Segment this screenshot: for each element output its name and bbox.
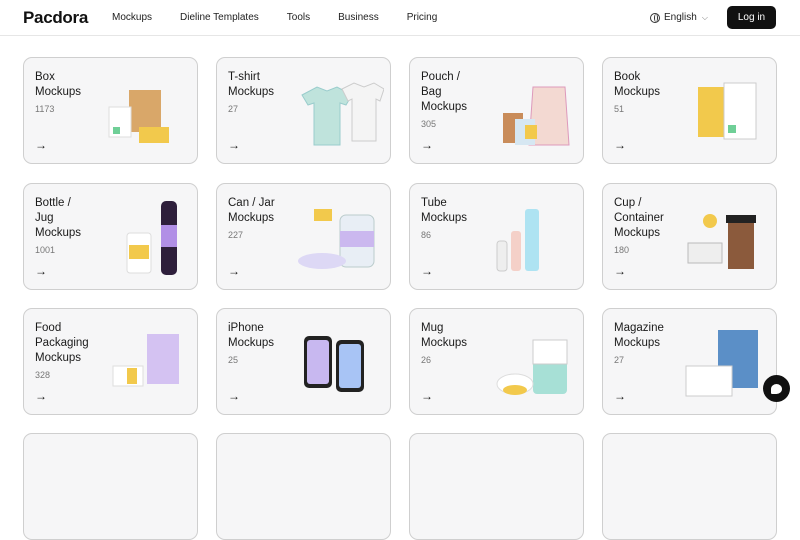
category-title: Tube Mockups (421, 197, 468, 224)
arrow-right-icon[interactable]: → (228, 138, 240, 152)
category-card[interactable]: Book Mockups 51 → (602, 57, 777, 164)
category-card[interactable]: iPhone Mockups 25 → (216, 308, 391, 415)
category-count: 328 (35, 370, 51, 380)
category-card[interactable]: Tube Mockups 86 → (409, 183, 584, 290)
arrow-right-icon[interactable]: → (421, 389, 433, 403)
category-product-image (678, 326, 770, 406)
category-product-image (292, 326, 384, 406)
category-card[interactable]: Magazine Mockups 27 → (602, 308, 777, 415)
nav-pricing[interactable]: Pricing (407, 12, 438, 23)
chat-support-button[interactable] (763, 375, 790, 402)
category-title: Bottle / Jug Mockups (35, 197, 82, 239)
nav-business[interactable]: Business (338, 12, 379, 23)
arrow-right-icon[interactable]: → (421, 138, 433, 152)
login-button[interactable]: Log in (727, 6, 776, 29)
category-title: Book Mockups (614, 71, 661, 98)
category-title: Cup / Container Mockups (614, 197, 664, 239)
category-count: 180 (614, 245, 630, 255)
nav-dieline-templates[interactable]: Dieline Templates (180, 12, 259, 23)
pacdora-logo[interactable]: Pacdora (23, 8, 88, 28)
arrow-right-icon[interactable]: → (35, 264, 47, 278)
category-product-image (485, 201, 577, 281)
category-count: 25 (228, 355, 239, 365)
category-product-image (292, 75, 385, 155)
arrow-right-icon[interactable]: → (228, 264, 240, 278)
category-product-image (99, 75, 191, 155)
category-card[interactable]: Cup / Container Mockups 180 → (602, 183, 777, 290)
category-card-partial[interactable] (23, 433, 198, 540)
arrow-right-icon[interactable]: → (421, 264, 433, 278)
category-title: Box Mockups (35, 71, 82, 98)
top-navigation-bar: Pacdora Mockups Dieline Templates Tools … (0, 0, 800, 36)
category-product-image (485, 75, 577, 155)
category-title: Magazine Mockups (614, 322, 664, 349)
arrow-right-icon[interactable]: → (35, 389, 47, 403)
category-card[interactable]: Food Packaging Mockups 328 → (23, 308, 198, 415)
main-nav: Mockups Dieline Templates Tools Business… (112, 12, 465, 23)
category-card[interactable]: T-shirt Mockups 27 → (216, 57, 391, 164)
category-count: 86 (421, 230, 432, 240)
category-title: Can / Jar Mockups (228, 197, 275, 224)
category-card[interactable]: Box Mockups 1173 → (23, 57, 198, 164)
category-count: 51 (614, 104, 625, 114)
category-product-image (99, 201, 191, 281)
category-title: Pouch / Bag Mockups (421, 71, 468, 113)
globe-icon (650, 12, 660, 23)
arrow-right-icon[interactable]: → (35, 138, 47, 152)
arrow-right-icon[interactable]: → (614, 138, 626, 152)
chat-icon (771, 383, 782, 394)
nav-tools[interactable]: Tools (287, 12, 310, 23)
category-card[interactable]: Bottle / Jug Mockups 1001 → (23, 183, 198, 290)
category-card[interactable]: Pouch / Bag Mockups 305 → (409, 57, 584, 164)
arrow-right-icon[interactable]: → (614, 264, 626, 278)
language-label: English (664, 12, 697, 23)
category-count: 305 (421, 119, 437, 129)
category-product-image (678, 75, 770, 155)
chevron-down-icon: ⌵ (701, 12, 708, 22)
category-title: iPhone Mockups (228, 322, 275, 349)
category-title: Food Packaging Mockups (35, 322, 89, 364)
category-count: 1001 (35, 245, 56, 255)
category-product-image (678, 201, 770, 281)
category-count: 1173 (35, 104, 55, 114)
category-count: 27 (228, 104, 239, 114)
category-card[interactable]: Can / Jar Mockups 227 → (216, 183, 391, 290)
category-title: Mug Mockups (421, 322, 468, 349)
category-count: 227 (228, 230, 244, 240)
category-card-partial[interactable] (216, 433, 391, 540)
category-count: 27 (614, 355, 625, 365)
category-product-image (485, 326, 577, 406)
category-card-partial[interactable] (602, 433, 777, 540)
arrow-right-icon[interactable]: → (614, 389, 626, 403)
category-title: T-shirt Mockups (228, 71, 275, 98)
category-card[interactable]: Mug Mockups 26 → (409, 308, 584, 415)
language-selector[interactable]: English ⌵ (650, 12, 708, 23)
category-count: 26 (421, 355, 432, 365)
category-product-image (99, 326, 191, 406)
nav-mockups[interactable]: Mockups (112, 12, 152, 23)
category-product-image (292, 201, 384, 281)
arrow-right-icon[interactable]: → (228, 389, 240, 403)
category-card-partial[interactable] (409, 433, 584, 540)
